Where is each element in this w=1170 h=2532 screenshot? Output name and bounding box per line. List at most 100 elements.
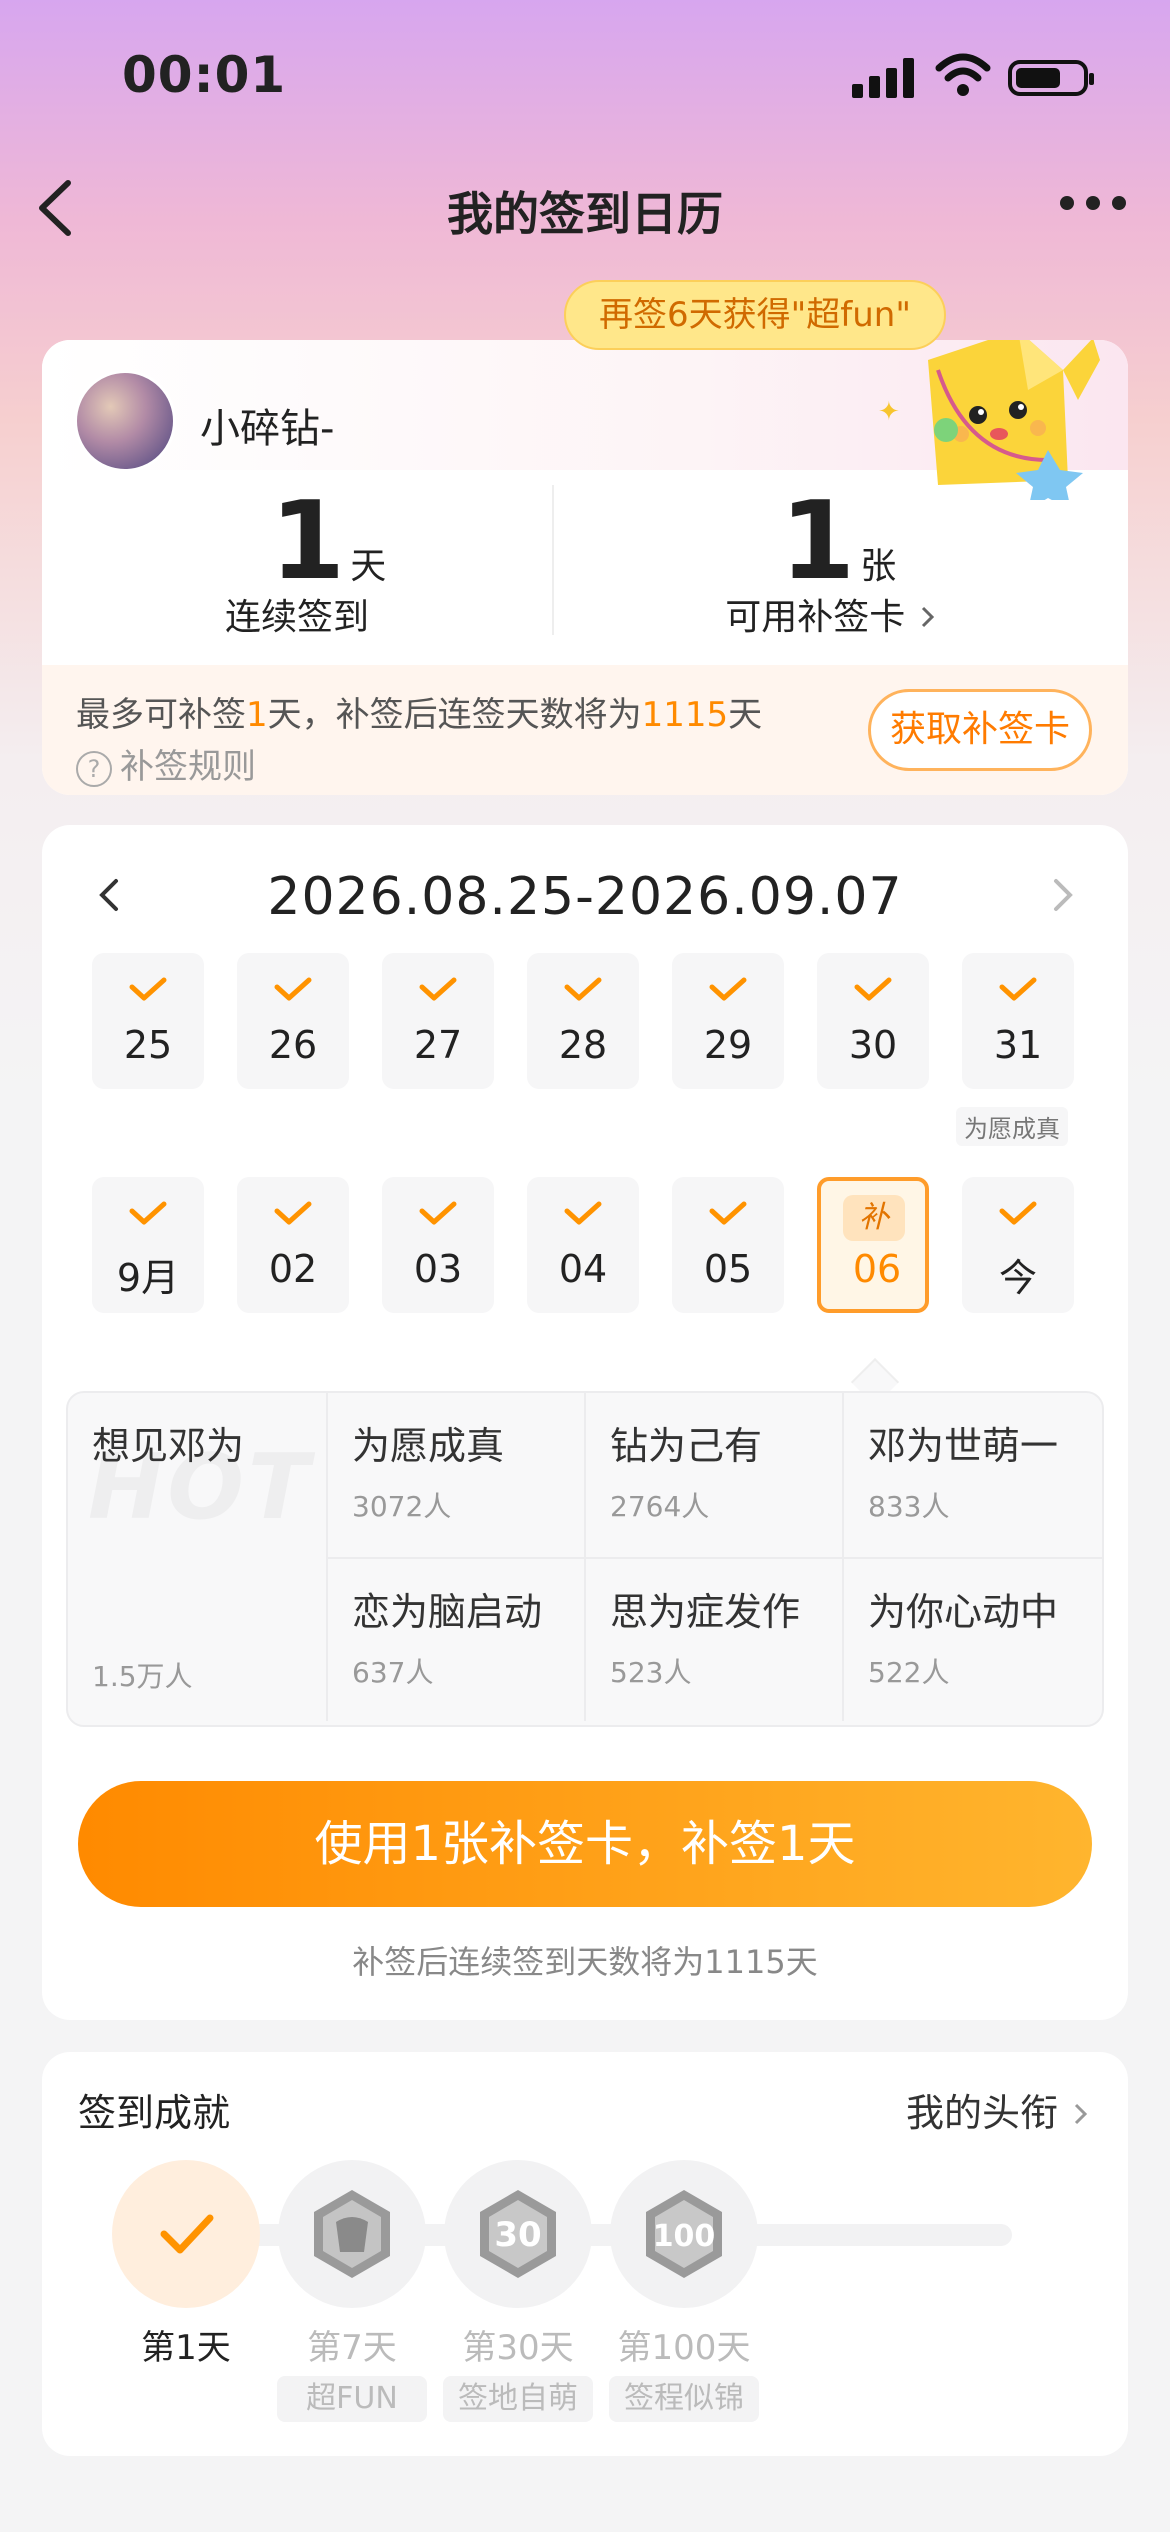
check-icon	[564, 977, 602, 1001]
hot-topic-count: 637人	[352, 1656, 434, 1689]
day-number: 29	[703, 1023, 753, 1067]
check-icon	[419, 1201, 457, 1225]
check-icon	[564, 1201, 602, 1225]
achievement-tag: 签地自萌	[443, 2376, 593, 2422]
achievement-tag: 超FUN	[277, 2376, 427, 2422]
hot-topic-title: 思为症发作	[610, 1590, 801, 1634]
streak-value: 1	[270, 479, 346, 604]
max-days: 1	[246, 695, 268, 735]
hot-topic-title: 邓为世萌一	[868, 1424, 1059, 1468]
calendar-day[interactable]: 30	[817, 953, 929, 1089]
day-number: 31	[993, 1023, 1043, 1067]
hot-topic-title: 钻为己有	[610, 1424, 763, 1468]
makeup-rules-link[interactable]: ? 补签规则	[76, 739, 256, 788]
get-card-button[interactable]: 获取补签卡	[868, 689, 1092, 771]
calendar-day[interactable]: 28	[527, 953, 639, 1089]
cards-stat[interactable]: 1 张	[780, 488, 896, 596]
day-note: 为愿成真	[956, 1107, 1068, 1146]
check-icon	[419, 977, 457, 1001]
my-titles-label: 我的头衔	[906, 2091, 1059, 2135]
medal-7-days-icon[interactable]	[278, 2160, 426, 2308]
my-titles-link[interactable]: 我的头衔	[906, 2082, 1092, 2137]
calendar-day[interactable]: 03	[382, 1177, 494, 1313]
hot-topic-item[interactable]: 为你心动中 522人	[842, 1557, 1102, 1721]
calendar-day[interactable]: 02	[237, 1177, 349, 1313]
day-number: 30	[848, 1023, 898, 1067]
achievement-label: 第100天	[617, 2328, 751, 2368]
hot-topic-item[interactable]: 钻为己有 2764人	[584, 1393, 844, 1557]
more-options-icon[interactable]	[1060, 196, 1130, 216]
cards-value: 1	[780, 479, 856, 604]
calendar-day[interactable]: 27	[382, 953, 494, 1089]
hot-topics-panel: HOT 想见邓为 1.5万人 为愿成真 3072人 钻为己有 2764人 邓为世萌一 83…	[66, 1391, 1104, 1727]
makeup-info-text: 最多可补签1天，补签后连签天数将为1115天	[76, 695, 763, 735]
check-icon[interactable]	[112, 2160, 260, 2308]
streak-unit: 天	[350, 546, 387, 587]
hot-topic-count: 833人	[868, 1490, 950, 1523]
date-range: 2026.08.25-2026.09.07	[267, 867, 903, 927]
check-icon	[999, 977, 1037, 1001]
calendar-day[interactable]: 今	[962, 1177, 1074, 1313]
svg-text:30: 30	[494, 2215, 541, 2255]
chevron-right-icon	[921, 606, 934, 628]
medal-100-days-icon[interactable]: 100	[610, 2160, 758, 2308]
calendar-day-selected[interactable]: 补 06	[817, 1177, 929, 1313]
battery-icon	[1008, 60, 1094, 96]
mascot-illustration: ✦	[878, 340, 1100, 500]
day-number: 02	[268, 1247, 318, 1291]
day-number: 25	[123, 1023, 173, 1067]
status-time: 00:01	[122, 46, 287, 104]
chevron-right-icon	[1075, 2103, 1088, 2125]
divider	[552, 485, 554, 635]
hot-topic-main[interactable]: HOT 想见邓为 1.5万人	[68, 1393, 326, 1725]
cards-link[interactable]: 可用补签卡	[642, 588, 1022, 640]
achievements-title: 签到成就	[78, 2091, 231, 2135]
calendar-day[interactable]: 9月	[92, 1177, 204, 1313]
calendar-day[interactable]: 25	[92, 953, 204, 1089]
wifi-icon	[935, 53, 991, 96]
hot-topic-title: 想见邓为	[92, 1424, 245, 1468]
hot-topic-item[interactable]: 邓为世萌一 833人	[842, 1393, 1102, 1557]
calendar-day[interactable]: 26	[237, 953, 349, 1089]
makeup-info: 最多可补签1天，补签后连签天数将为1115天 ? 补签规则 获取补签卡	[42, 665, 1128, 795]
cellular-signal-icon	[852, 58, 916, 98]
hot-topic-item[interactable]: 思为症发作 523人	[584, 1557, 844, 1721]
achievements-card: 签到成就 我的头衔 第1天 第7天 超FUN 30 第30天 签地自萌 100 第100天 签程…	[42, 2052, 1128, 2456]
hot-topic-item[interactable]: 恋为脑启动 637人	[326, 1557, 586, 1721]
day-number: 04	[558, 1247, 608, 1291]
day-number: 9月	[116, 1256, 180, 1300]
reward-bubble: 再签6天获得"超fun"	[564, 280, 946, 350]
check-icon	[129, 977, 167, 1001]
chevron-right-icon[interactable]	[1048, 875, 1078, 915]
hot-topic-title: 恋为脑启动	[352, 1590, 543, 1634]
streak-stat: 1 天	[270, 488, 386, 596]
day-number: 28	[558, 1023, 608, 1067]
calendar-day[interactable]: 31	[962, 953, 1074, 1089]
calendar-day[interactable]: 05	[672, 1177, 784, 1313]
calendar-day[interactable]: 04	[527, 1177, 639, 1313]
day-number: 05	[703, 1247, 753, 1291]
makeup-result-note: 补签后连续签到天数将为1115天	[352, 1943, 818, 1981]
day-number: 26	[268, 1023, 318, 1067]
medal-30-days-icon[interactable]: 30	[444, 2160, 592, 2308]
status-bar: 00:01	[0, 0, 1170, 150]
hot-topic-count: 522人	[868, 1656, 950, 1689]
avatar[interactable]	[74, 370, 176, 472]
day-number: 27	[413, 1023, 463, 1067]
cards-unit: 张	[860, 546, 897, 587]
use-makeup-card-button[interactable]: 使用1张补签卡，补签1天	[78, 1781, 1092, 1907]
hot-topic-item[interactable]: 为愿成真 3072人	[326, 1393, 586, 1557]
hot-topic-title: 为你心动中	[868, 1590, 1059, 1634]
day-number: 06	[852, 1247, 902, 1291]
check-icon	[999, 1201, 1037, 1225]
question-icon: ?	[76, 750, 112, 787]
hot-topic-count: 523人	[610, 1656, 692, 1689]
day-number: 今	[998, 1256, 1037, 1300]
cards-label: 可用补签卡	[725, 597, 906, 638]
calendar-day[interactable]: 29	[672, 953, 784, 1089]
hot-topic-count: 2764人	[610, 1490, 710, 1523]
hot-topic-title: 为愿成真	[352, 1424, 505, 1468]
check-icon	[709, 1201, 747, 1225]
check-icon	[274, 977, 312, 1001]
svg-text:✦: ✦	[878, 397, 900, 427]
